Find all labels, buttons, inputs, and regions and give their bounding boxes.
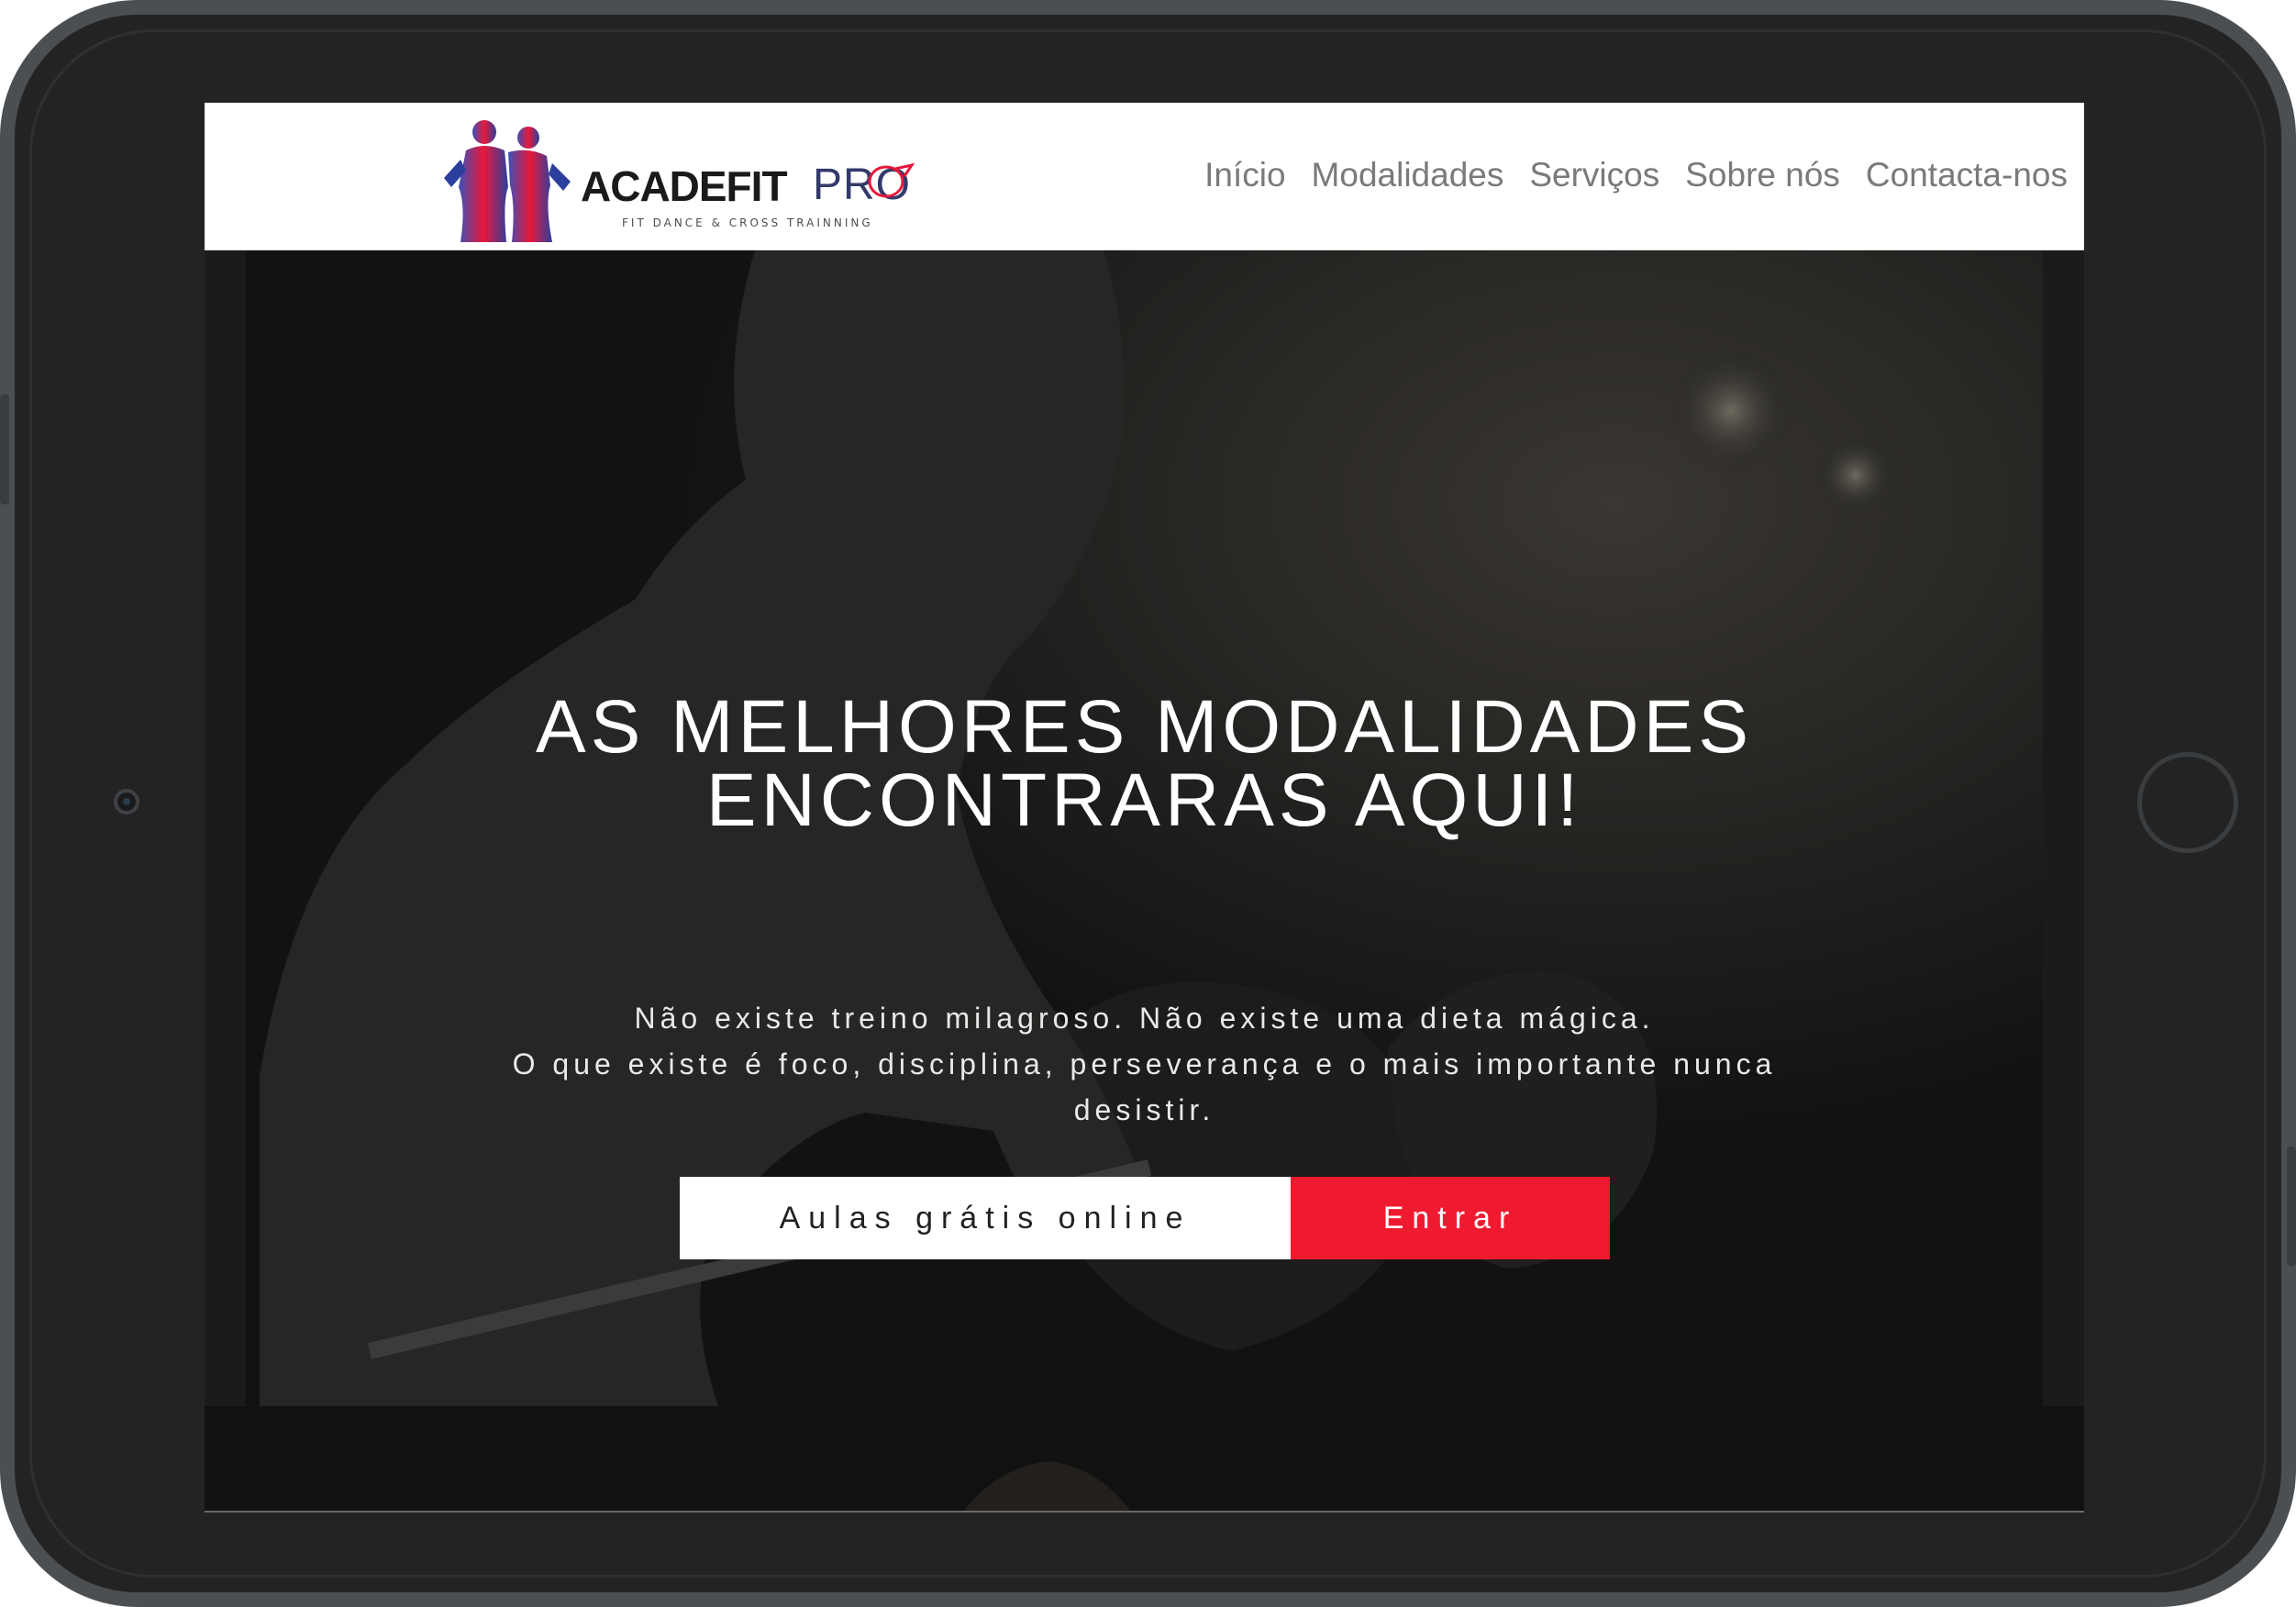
enter-button[interactable]: Entrar xyxy=(1291,1177,1610,1259)
hero-text: Não existe treino milagroso. Não existe … xyxy=(434,995,1855,1133)
nav-item-contacta-nos[interactable]: Contacta-nos xyxy=(1866,156,2068,194)
logo-brand: ACADEFIT xyxy=(581,162,788,210)
nav-item-sobre-nos[interactable]: Sobre nós xyxy=(1685,156,1840,194)
camera-icon xyxy=(114,789,139,815)
logo[interactable]: ACADEFIT PRO FIT DANCE & CROSS TRAINNING xyxy=(438,114,934,242)
nav-item-servicos[interactable]: Serviços xyxy=(1529,156,1659,194)
main-nav: Início Modalidades Serviços Sobre nós Co… xyxy=(1204,156,2068,194)
navbar: ACADEFIT PRO FIT DANCE & CROSS TRAINNING… xyxy=(205,103,2084,250)
hero-title-line1: AS MELHORES MODALIDADES xyxy=(535,685,1754,769)
hero-section: AS MELHORES MODALIDADES ENCONTRARAS AQUI… xyxy=(205,250,2084,1513)
nav-item-inicio[interactable]: Início xyxy=(1204,156,1285,194)
nav-item-modalidades[interactable]: Modalidades xyxy=(1312,156,1504,194)
home-button-icon[interactable] xyxy=(2137,752,2238,853)
hero-text-line2: O que existe é foco, disciplina, perseve… xyxy=(512,1047,1777,1081)
hero-title-line2: ENCONTRARAS AQUI! xyxy=(705,759,1583,842)
signup-form: Entrar xyxy=(680,1177,1610,1259)
hero-text-line3: desistir. xyxy=(1073,1093,1215,1126)
hero-text-line1: Não existe treino milagroso. Não existe … xyxy=(634,1002,1655,1035)
hero-background-photo xyxy=(205,250,2084,1513)
screen-divider xyxy=(205,1511,2084,1513)
ring-icon xyxy=(868,162,915,198)
website-screen: ACADEFIT PRO FIT DANCE & CROSS TRAINNING… xyxy=(205,103,2084,1513)
free-classes-input[interactable] xyxy=(680,1177,1291,1259)
hero-title: AS MELHORES MODALIDADES ENCONTRARAS AQUI… xyxy=(205,685,2084,842)
power-button xyxy=(2287,1147,2296,1266)
athletes-silhouette-icon xyxy=(444,120,571,242)
logo-tagline: FIT DANCE & CROSS TRAINNING xyxy=(622,216,873,229)
volume-button xyxy=(0,394,9,504)
